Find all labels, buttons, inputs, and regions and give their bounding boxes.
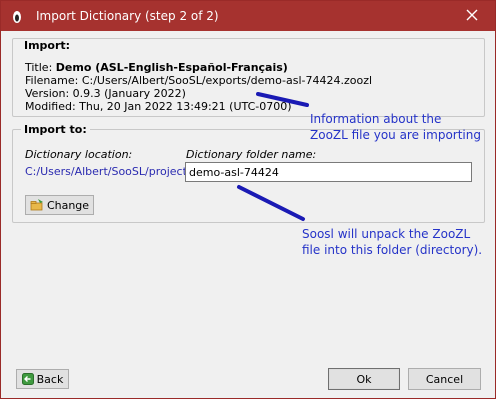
annotation-note-1-line-1: Information about the <box>310 112 442 126</box>
annotation-note-1-line-2: ZooZL file you are importing <box>310 128 481 142</box>
annotation-strokes <box>237 92 309 221</box>
annotation-stroke-1 <box>256 92 309 107</box>
annotation-stroke-2 <box>237 185 305 221</box>
back-arrow-icon <box>21 373 34 385</box>
back-button[interactable]: Back <box>16 369 69 389</box>
ok-button[interactable]: Ok <box>328 368 400 390</box>
annotation-note-2-line-2: file into this folder (directory). <box>302 243 483 257</box>
cancel-button-label: Cancel <box>425 372 464 386</box>
back-button-label: Back <box>36 372 64 386</box>
import-dictionary-dialog: Import Dictionary (step 2 of 2) Import: … <box>0 0 496 399</box>
annotation-note-2-line-1: Soosl will unpack the ZooZL <box>302 227 471 241</box>
cancel-button[interactable]: Cancel <box>408 368 481 390</box>
ok-button-label: Ok <box>356 372 372 386</box>
